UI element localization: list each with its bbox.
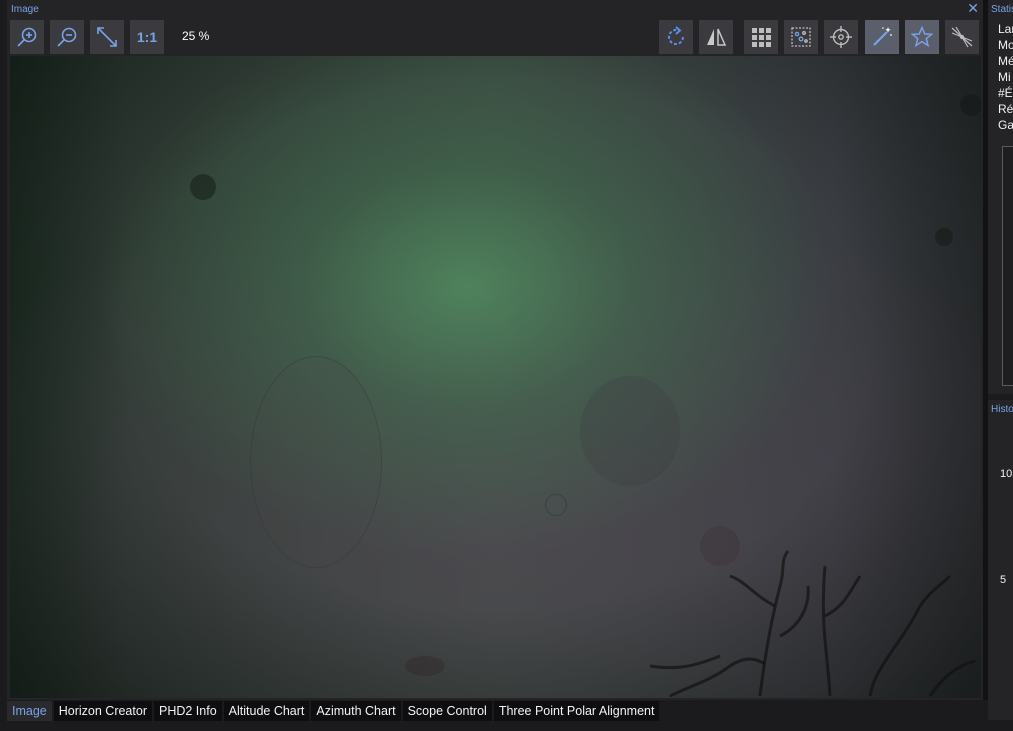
stat-row-label: Mé (998, 54, 1013, 68)
tab-altitude-chart[interactable]: Altitude Chart (223, 701, 310, 721)
image-panel-title: Image (11, 4, 39, 15)
statistics-graph (1002, 146, 1013, 386)
stat-row-label: Ga (998, 118, 1013, 132)
fit-to-screen-button[interactable] (90, 20, 124, 54)
image-panel: Image ✕ 1:1 25 % (7, 0, 983, 700)
tab-image[interactable]: Image (7, 701, 52, 721)
image-vignette (10, 56, 981, 698)
zoom-level-text: 25 % (182, 29, 210, 43)
rotate-icon (668, 26, 685, 46)
stat-row-label: Lar (998, 22, 1013, 36)
panel-splitter[interactable] (983, 0, 988, 700)
histogram-panel: Histo 10 5 (988, 400, 1013, 720)
stat-row-label: Mi (998, 70, 1011, 84)
close-icon[interactable]: ✕ (967, 0, 979, 17)
flip-button[interactable] (699, 20, 733, 54)
expand-diagonal-icon (97, 27, 117, 47)
grid-icon (752, 28, 771, 47)
grid-button[interactable] (744, 20, 778, 54)
bahtinov-icon (951, 26, 973, 48)
auto-stretch-button[interactable] (865, 20, 899, 54)
image-canvas[interactable] (10, 56, 981, 698)
actual-size-button[interactable]: 1:1 (130, 20, 164, 54)
stat-row-label: Mo (998, 38, 1013, 52)
magic-wand-icon (873, 27, 892, 46)
zoom-out-button[interactable] (50, 20, 84, 54)
rotate-button[interactable] (659, 20, 693, 54)
zoom-out-icon (57, 27, 77, 47)
stat-row-label: Rés (998, 102, 1013, 116)
tab-three-point-polar-alignment[interactable]: Three Point Polar Alignment (493, 701, 660, 721)
bottom-tab-bar: Image Horizon Creator PHD2 Info Altitude… (7, 701, 661, 721)
zoom-in-icon (17, 27, 37, 47)
star-icon (910, 25, 934, 48)
tab-azimuth-chart[interactable]: Azimuth Chart (311, 701, 401, 721)
tab-phd2-info[interactable]: PHD2 Info (153, 701, 222, 721)
tab-scope-control[interactable]: Scope Control (402, 701, 492, 721)
histogram-axis-label: 10 (1000, 468, 1013, 480)
image-toolbar: 1:1 25 % (10, 20, 983, 54)
zoom-in-button[interactable] (10, 20, 44, 54)
star-annotation-button[interactable] (905, 20, 939, 54)
histogram-panel-title: Histo (991, 404, 1013, 415)
histogram-axis-label: 5 (1000, 574, 1007, 586)
bahtinov-button[interactable] (945, 20, 979, 54)
star-detection-button[interactable] (784, 20, 818, 54)
crosshair-button[interactable] (824, 20, 858, 54)
tab-horizon-creator[interactable]: Horizon Creator (53, 701, 152, 721)
crosshair-icon (830, 26, 852, 48)
flip-icon (707, 28, 727, 46)
statistics-panel-title: Statis (991, 4, 1013, 15)
statistics-panel: Statis Lar Mo Mé Mi #É Rés Ga (988, 0, 1013, 394)
star-detection-icon (791, 27, 811, 47)
stat-row-label: #É (998, 86, 1013, 100)
